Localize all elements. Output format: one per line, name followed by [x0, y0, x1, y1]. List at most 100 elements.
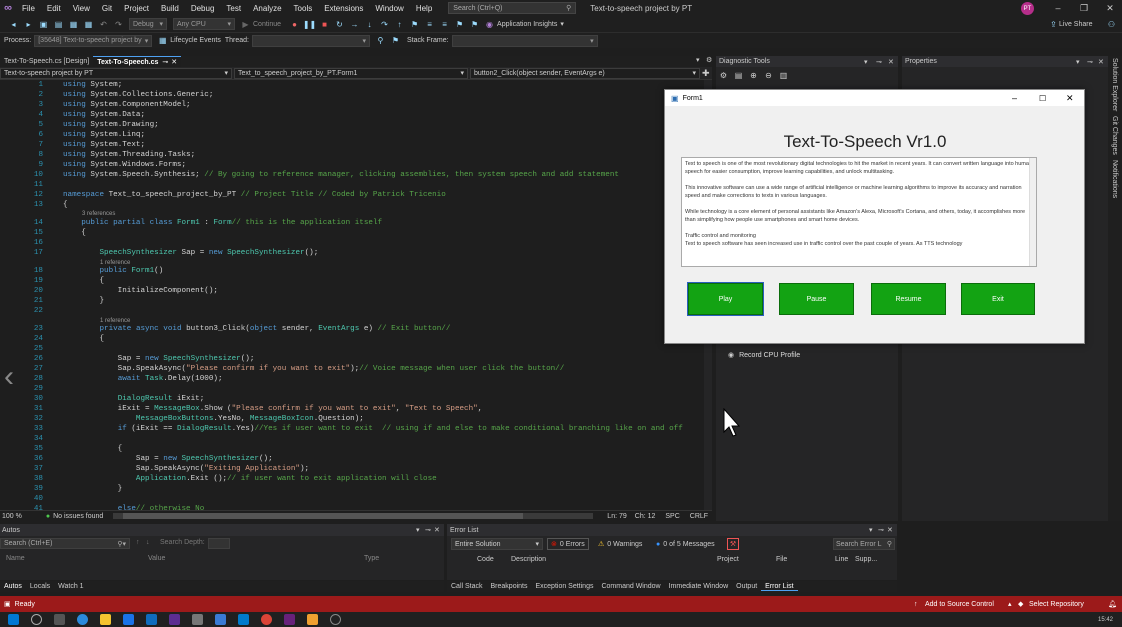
pin-icon[interactable]: ⊸ — [876, 58, 882, 66]
code-line[interactable]: 39 } — [0, 484, 712, 494]
chevron-down-icon[interactable]: ▾ — [1076, 58, 1080, 66]
autos-search-input[interactable]: Search (Ctrl+E) ⚲▾ — [0, 538, 130, 549]
code-line[interactable]: 19 { — [0, 276, 712, 286]
continue-icon[interactable]: ▶ — [240, 19, 251, 30]
side-tab-solution-explorer[interactable]: Solution Explorer — [1111, 58, 1118, 111]
class-dropdown[interactable]: Text_to_speech_project_by_PT.Form1 ▾ — [234, 67, 468, 79]
undo-icon[interactable]: ↶ — [98, 19, 109, 30]
col-line[interactable]: Line — [835, 556, 848, 563]
step-into-icon[interactable]: ↓ — [364, 19, 375, 30]
textbox-scrollbar[interactable] — [1029, 158, 1036, 266]
select-repository[interactable]: Select Repository — [1029, 601, 1084, 608]
live-share-icon[interactable]: ⇪ — [1048, 19, 1059, 30]
play-button[interactable]: Play — [687, 282, 764, 316]
menu-edit[interactable]: Edit — [41, 4, 67, 13]
vscode-icon[interactable] — [238, 614, 249, 625]
chevron-down-icon[interactable]: ▾ — [869, 526, 873, 534]
code-line[interactable]: 8 using System.Threading.Tasks; — [0, 150, 712, 160]
line-number[interactable]: Ln: 79 — [607, 513, 626, 520]
code-line[interactable]: 11 — [0, 180, 712, 190]
errors-filter-button[interactable]: ⊗ 0 Errors — [547, 538, 589, 550]
menu-git[interactable]: Git — [96, 4, 118, 13]
code-line[interactable]: 33 if (iExit == DialogResult.Yes)//Yes i… — [0, 424, 712, 434]
reset-icon[interactable]: ▥ — [778, 70, 789, 81]
search-icon[interactable] — [31, 614, 42, 625]
code-line[interactable]: 40 — [0, 494, 712, 504]
zoom-in-icon[interactable]: ⊕ — [748, 70, 759, 81]
code-line[interactable]: 24 { — [0, 334, 712, 344]
code-line[interactable]: 7 using System.Text; — [0, 140, 712, 150]
chevron-left-icon[interactable]: ‹ — [4, 360, 24, 400]
minimize-icon[interactable]: – — [1012, 93, 1017, 103]
add-source-control[interactable]: Add to Source Control — [925, 601, 994, 608]
pin-icon[interactable]: ⊸ — [1087, 58, 1093, 66]
chevron-down-icon[interactable]: ▾ — [416, 526, 420, 534]
code-line[interactable]: 6 using System.Linq; — [0, 130, 712, 140]
col-code[interactable]: Code — [477, 556, 494, 563]
code-line[interactable]: 15 { — [0, 228, 712, 238]
horizontal-scrollbar[interactable] — [113, 513, 594, 519]
save-icon[interactable]: ▦ — [68, 19, 79, 30]
tab-locals[interactable]: Locals — [26, 583, 54, 590]
zoom-out-icon[interactable]: ⊖ — [763, 70, 774, 81]
side-tab-git-changes[interactable]: Git Changes — [1111, 116, 1118, 155]
codelens-references[interactable]: 3 references — [82, 211, 115, 217]
member-dropdown[interactable]: button2_Click(object sender, EventArgs e… — [470, 67, 700, 79]
stack-frame-dropdown[interactable]: ▾ — [451, 34, 598, 47]
show-next-icon[interactable]: → — [349, 19, 360, 30]
whitespace-mode[interactable]: SPC — [665, 513, 679, 520]
back-icon[interactable]: ◂ — [8, 19, 19, 30]
hot-reload-icon[interactable]: ● — [289, 19, 300, 30]
bell-icon[interactable]: 🔔︎ — [1108, 600, 1117, 608]
col-type[interactable]: Type — [364, 555, 379, 562]
close-icon[interactable]: ✕ — [1066, 93, 1074, 104]
open-icon[interactable]: ▤ — [53, 19, 64, 30]
pin-icon[interactable]: ⊸ — [878, 526, 884, 534]
code-editor[interactable]: 1 using System; 2 using System.Collections.… — [0, 80, 712, 510]
export-icon[interactable]: ▤ — [733, 70, 744, 81]
close-icon[interactable]: ✕ — [171, 58, 177, 66]
code-line[interactable]: 14 public partial class Form1 : Form// t… — [0, 218, 712, 228]
arrow-up-icon[interactable]: ↑ — [136, 539, 140, 546]
visual-studio-icon[interactable] — [169, 614, 180, 625]
tab-breakpoints[interactable]: Breakpoints — [487, 583, 532, 590]
menu-file[interactable]: File — [16, 4, 41, 13]
pause-button[interactable]: Pause — [779, 283, 854, 315]
obs-icon[interactable] — [330, 614, 341, 625]
messages-filter-button[interactable]: ● 0 of 5 Messages — [653, 538, 718, 550]
code-line[interactable]: 21 } — [0, 296, 712, 306]
code-line[interactable]: 37 Sap.SpeakAsync("Exiting Application")… — [0, 464, 712, 474]
code-line[interactable]: 12 namespace Text_to_speech_project_by_PT… — [0, 190, 712, 200]
search-input[interactable]: Search (Ctrl+Q) ⚲ — [448, 2, 577, 14]
menu-project[interactable]: Project — [118, 4, 155, 13]
chevron-down-icon[interactable]: ▾ — [560, 20, 564, 28]
close-icon[interactable]: ✕ — [1098, 58, 1104, 66]
insights-icon[interactable]: ◉ — [484, 19, 495, 30]
lifecycle-events[interactable]: Lifecycle Events — [170, 37, 221, 44]
restart-icon[interactable]: ↻ — [334, 19, 345, 30]
store-icon[interactable] — [123, 614, 134, 625]
code-line[interactable]: 30 DialogResult iExit; — [0, 394, 712, 404]
codelens-references[interactable]: 1 reference — [100, 260, 130, 266]
code-line[interactable]: 31 iExit = MessageBox.Show ("Please conf… — [0, 404, 712, 414]
code-line[interactable]: 25 — [0, 344, 712, 354]
code-line[interactable]: 4 using System.Data; — [0, 110, 712, 120]
file-explorer-icon[interactable] — [100, 614, 111, 625]
edge-browser-icon[interactable] — [77, 614, 88, 625]
bookmark-next-icon[interactable]: ⚑ — [454, 19, 465, 30]
warnings-filter-button[interactable]: ⚠ 0 Warnings — [595, 538, 645, 550]
tab-command-window[interactable]: Command Window — [597, 583, 664, 590]
zoom-level[interactable]: 100 % — [2, 513, 22, 520]
tab-immediate-window[interactable]: Immediate Window — [665, 583, 733, 590]
resume-button[interactable]: Resume — [871, 283, 946, 315]
menu-help[interactable]: Help — [410, 4, 438, 13]
col-name[interactable]: Name — [6, 555, 25, 562]
close-icon[interactable]: ✕ — [888, 58, 894, 66]
form-app-icon[interactable] — [307, 614, 318, 625]
feedback-icon[interactable]: ⚇ — [1106, 19, 1117, 30]
save-all-icon[interactable]: ▦ — [83, 19, 94, 30]
close-icon[interactable]: ✕ — [434, 526, 440, 534]
code-line[interactable]: 20 InitializeComponent(); — [0, 286, 712, 296]
code-line[interactable]: 35 { — [0, 444, 712, 454]
app-insights-button[interactable]: Application Insights — [497, 21, 557, 28]
